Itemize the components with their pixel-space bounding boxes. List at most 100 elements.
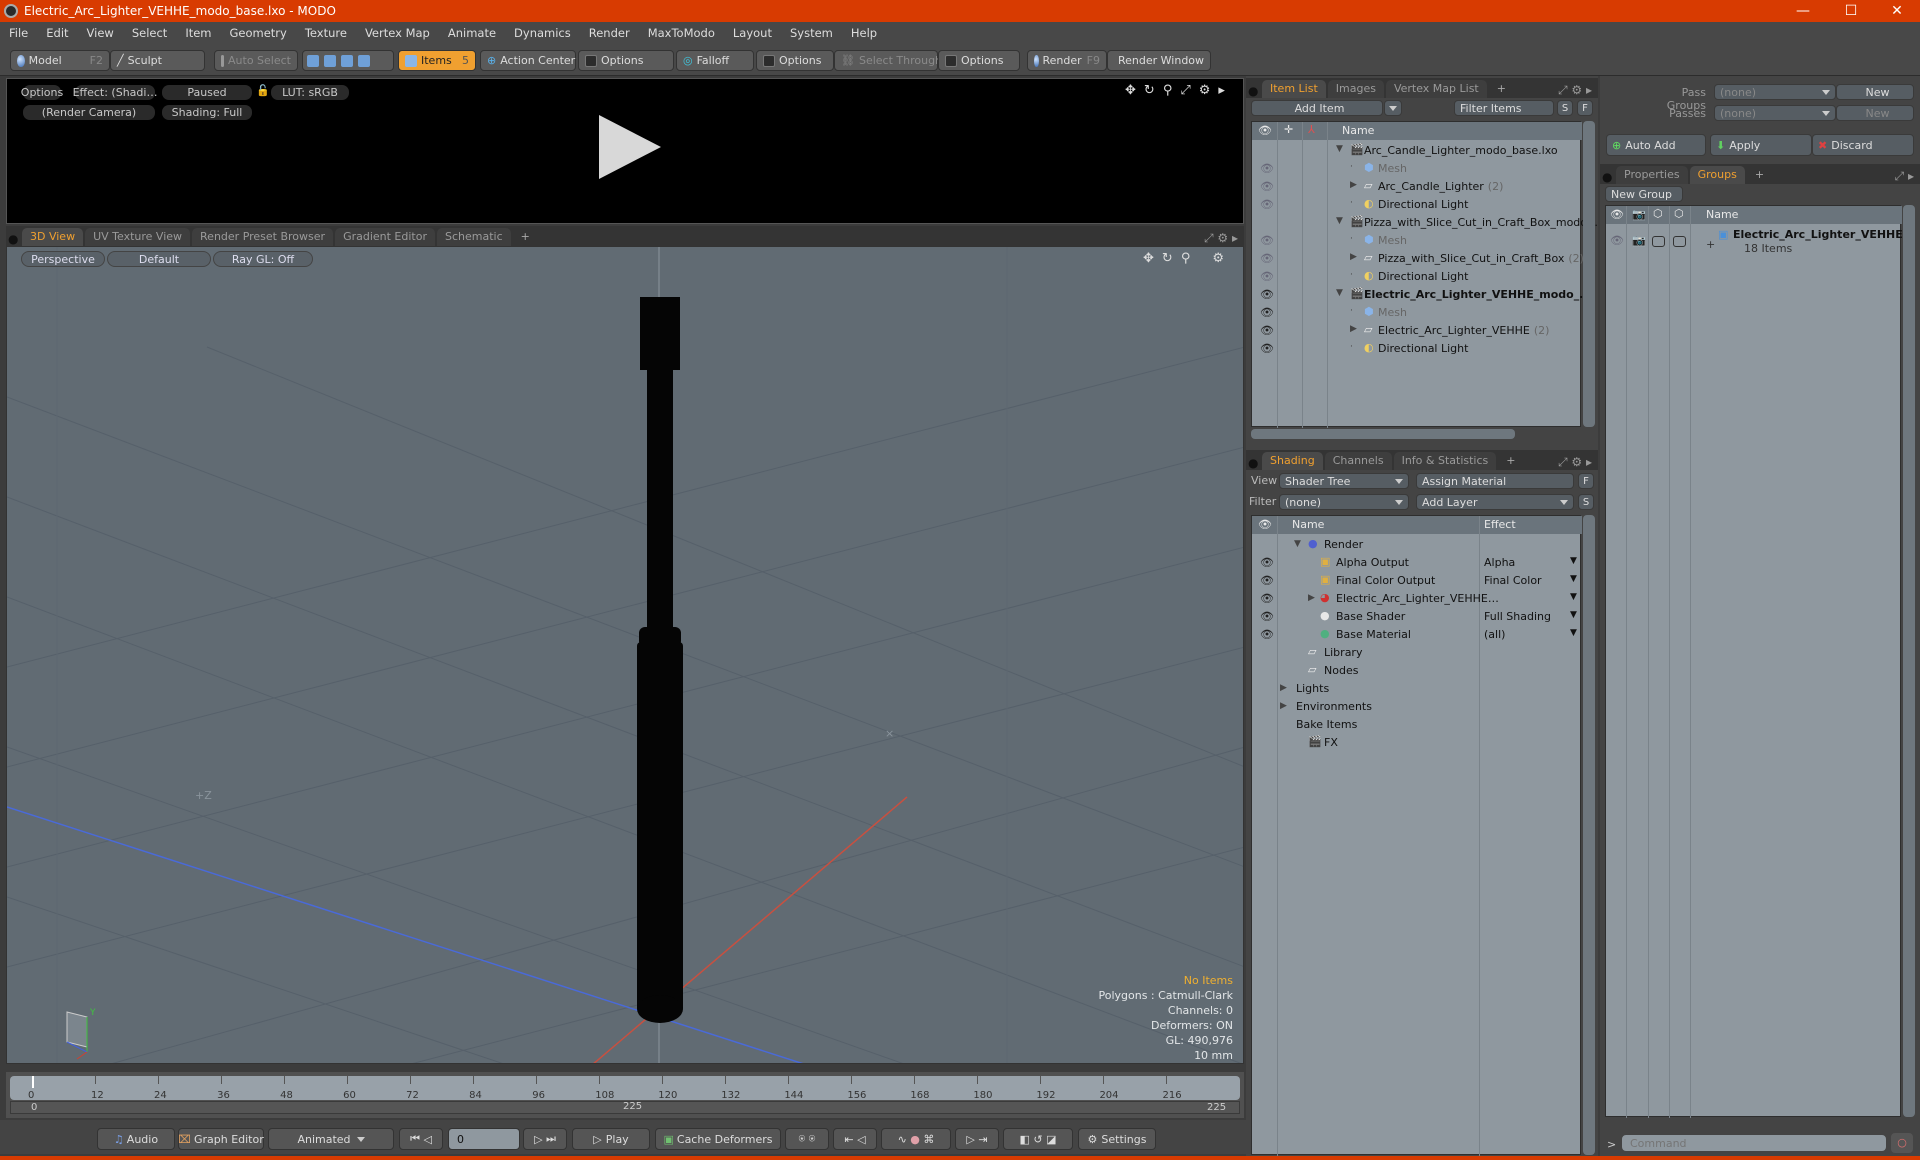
pan-icon[interactable]: ✥: [1125, 83, 1136, 98]
gear-icon[interactable]: ⚙: [1199, 83, 1211, 98]
new-pass-group-button[interactable]: New: [1836, 84, 1914, 100]
name-column-header[interactable]: Name: [1706, 208, 1738, 221]
shader-row[interactable]: 🎬 FX: [1252, 734, 1582, 752]
visibility-eye-icon[interactable]: 👁: [1260, 252, 1274, 265]
visibility-eye-icon[interactable]: 👁: [1260, 556, 1274, 569]
filter-s-button[interactable]: S: [1557, 100, 1573, 116]
item-row[interactable]: 👁 · ⬢ Mesh: [1252, 160, 1582, 178]
shader-row[interactable]: 👁 ▶ ◕ Electric_Arc_Lighter_VEHHE… ▼: [1252, 590, 1582, 608]
panel-menu-icon[interactable]: ●: [8, 232, 22, 246]
expand-arrow-icon[interactable]: ▶: [1350, 180, 1357, 190]
item-row[interactable]: 👁 · ⬢ Mesh: [1252, 304, 1582, 322]
prev-frame-icon[interactable]: ◁: [857, 1133, 865, 1146]
lock-column-icon[interactable]: ⬡: [1653, 207, 1663, 220]
raygl-toggle[interactable]: Ray GL: Off: [213, 251, 313, 267]
first-frame-icon[interactable]: ⏮: [410, 1132, 420, 1146]
arrow-right-icon[interactable]: ▸: [1218, 83, 1225, 98]
action-center-button[interactable]: ⊕ Action Center: [480, 50, 576, 71]
current-frame-input[interactable]: 0: [448, 1128, 520, 1150]
graph-editor-button[interactable]: ⌧ Graph Editor: [178, 1128, 264, 1150]
polygons-mode-icon[interactable]: [341, 54, 353, 67]
visibility-column-icon[interactable]: 👁: [1258, 124, 1272, 137]
shader-row[interactable]: ▱ Nodes: [1252, 662, 1582, 680]
add-tab-button[interactable]: +: [1747, 166, 1772, 184]
visibility-eye-icon[interactable]: 👁: [1260, 270, 1274, 283]
select-column-icon[interactable]: ⬡: [1674, 207, 1684, 220]
select-through-button[interactable]: ⛓ Select Through: [834, 50, 942, 71]
shading-f-button[interactable]: F: [1578, 473, 1594, 489]
expand-plus-icon[interactable]: +: [1706, 238, 1715, 251]
model-mode-button[interactable]: Model F2: [10, 50, 110, 71]
pass-groups-dropdown[interactable]: (none): [1714, 84, 1836, 100]
name-column-header[interactable]: Name: [1292, 518, 1324, 531]
expand-arrow-icon[interactable]: ▼: [1336, 288, 1343, 298]
visibility-eye-icon[interactable]: 👁: [1260, 162, 1274, 175]
filter-dropdown[interactable]: (none): [1279, 494, 1409, 510]
render-column-icon[interactable]: 📷: [1632, 208, 1646, 221]
expand-arrow-icon[interactable]: ▶: [1350, 252, 1357, 262]
item-row[interactable]: 👁 · ◐ Directional Light: [1252, 196, 1582, 214]
visibility-eye-icon[interactable]: 👁: [1260, 234, 1274, 247]
add-tab-button[interactable]: +: [1489, 80, 1514, 98]
shader-row[interactable]: Bake Items: [1252, 716, 1582, 734]
menu-geometry[interactable]: Geometry: [221, 26, 296, 40]
visibility-eye-icon[interactable]: 👁: [1610, 234, 1624, 247]
timeline-ruler[interactable]: 0 12 24 36 48 60 72 84 96 108 120 132 144 156 168 180 19…: [10, 1076, 1240, 1101]
menu-render[interactable]: Render: [580, 26, 639, 40]
falloff-button[interactable]: ◎ Falloff: [676, 50, 754, 71]
shader-row[interactable]: 👁 ▣ Final Color Output Final Color ▼: [1252, 572, 1582, 590]
shader-row[interactable]: ▶ Environments: [1252, 698, 1582, 716]
render-toggle-icon[interactable]: 📷: [1632, 234, 1646, 247]
tab-images[interactable]: Images: [1327, 80, 1384, 98]
filter-items-input[interactable]: Filter Items: [1454, 100, 1554, 116]
effect-dropdown-icon[interactable]: ▼: [1570, 574, 1577, 584]
tab-vertex-map-list[interactable]: Vertex Map List: [1385, 80, 1487, 98]
render-camera-dropdown[interactable]: (Render Camera): [23, 105, 155, 120]
item-list-scrollbar[interactable]: [1583, 121, 1595, 427]
settings-button[interactable]: ⚙ Settings: [1078, 1128, 1156, 1150]
tab-groups[interactable]: Groups: [1689, 166, 1745, 184]
render-paused-button[interactable]: Paused: [162, 85, 252, 100]
tab-uv-texture-view[interactable]: UV Texture View: [85, 228, 191, 246]
rotate-icon[interactable]: ↻: [1144, 83, 1155, 98]
visibility-eye-icon[interactable]: 👁: [1260, 180, 1274, 193]
effect-value[interactable]: Alpha: [1484, 556, 1515, 569]
expand-arrow-icon[interactable]: ▶: [1280, 701, 1287, 711]
tab-3d-view[interactable]: 3D View: [22, 228, 84, 246]
visibility-eye-icon[interactable]: 👁: [1260, 592, 1274, 605]
visibility-eye-icon[interactable]: 👁: [1260, 610, 1274, 623]
zoom-icon[interactable]: ⚲: [1163, 83, 1173, 98]
command-history-icon[interactable]: ○: [1891, 1133, 1913, 1153]
auto-key-icon[interactable]: ⌘: [923, 1133, 934, 1146]
maximize-button[interactable]: ☐: [1828, 0, 1874, 22]
expand-arrow-icon[interactable]: ▶: [1350, 324, 1357, 334]
render-effect-dropdown[interactable]: Effect: (Shadi…: [73, 85, 157, 100]
tab-render-preset-browser[interactable]: Render Preset Browser: [192, 228, 334, 246]
menu-system[interactable]: System: [781, 26, 842, 40]
rotate-icon[interactable]: ↻: [1162, 251, 1173, 266]
effect-value[interactable]: Full Shading: [1484, 610, 1551, 623]
tab-schematic[interactable]: Schematic: [437, 228, 511, 246]
shader-row[interactable]: ▱ Library: [1252, 644, 1582, 662]
assign-material-button[interactable]: Assign Material: [1416, 473, 1574, 489]
next-key-icon[interactable]: ▷: [534, 1133, 542, 1146]
3d-viewport[interactable]: +Z × Y Perspective Default Ray GL: Off ✥…: [6, 246, 1244, 1064]
menu-view[interactable]: View: [78, 26, 123, 40]
new-group-button[interactable]: New Group: [1605, 186, 1683, 202]
effect-dropdown-icon[interactable]: ▼: [1570, 556, 1577, 566]
zoom-icon[interactable]: ⚲: [1181, 251, 1191, 266]
item-row[interactable]: ▼ 🎬 Pizza_with_Slice_Cut_in_Craft_Box_modo…: [1252, 214, 1598, 232]
discard-button[interactable]: ✖ Discard: [1812, 134, 1914, 156]
edges-mode-icon[interactable]: [324, 54, 336, 67]
shading-dropdown[interactable]: Shading: Full: [162, 105, 252, 120]
filter-f-button[interactable]: F: [1577, 100, 1593, 116]
select-toggle[interactable]: [1673, 236, 1686, 247]
projection-dropdown[interactable]: Perspective: [21, 251, 105, 267]
effect-dropdown-icon[interactable]: ▼: [1570, 628, 1577, 638]
panel-menu-icon[interactable]: ●: [1602, 170, 1616, 184]
render-window-button[interactable]: Render Window: [1107, 50, 1211, 71]
panel-controls[interactable]: ⤢ ⚙ ▸: [1204, 231, 1238, 246]
expand-arrow-icon[interactable]: ▼: [1336, 216, 1343, 226]
add-item-button[interactable]: Add Item: [1251, 100, 1383, 116]
tab-properties[interactable]: Properties: [1616, 166, 1688, 184]
